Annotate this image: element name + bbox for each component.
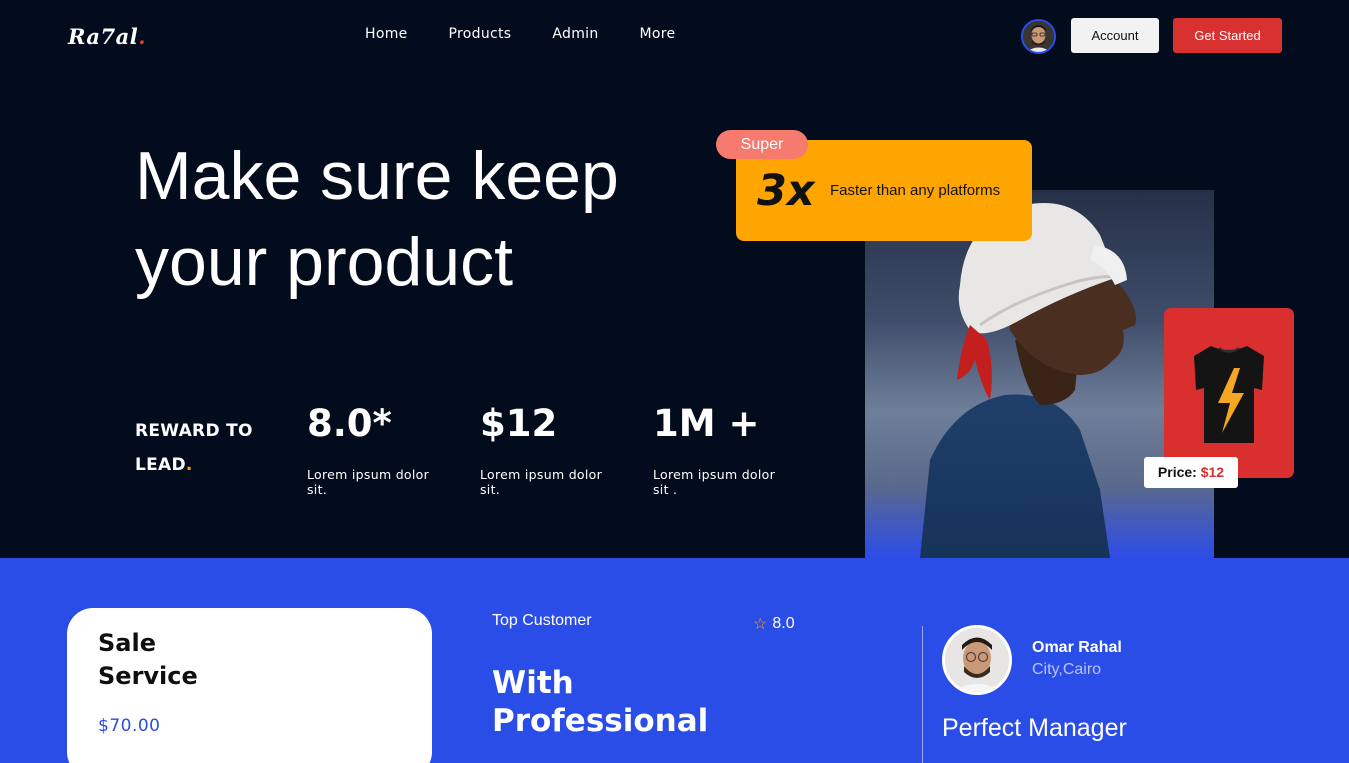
- stat-users: 1M + Lorem ipsum dolor sit .: [653, 400, 793, 497]
- customer-rating: ☆ 8.0: [753, 614, 795, 634]
- stat-value: 8.0*: [307, 402, 392, 445]
- manager-avatar[interactable]: [942, 625, 1012, 695]
- stat-rating: 8.0* Lorem ipsum dolor sit.: [307, 400, 447, 497]
- section-divider: [922, 626, 923, 763]
- speed-multiplier: 3x: [757, 166, 815, 216]
- price-tag: Price: $12: [1144, 457, 1238, 488]
- brand-dot: .: [138, 24, 147, 49]
- get-started-button[interactable]: Get Started: [1173, 18, 1282, 53]
- star-icon: ☆: [753, 616, 768, 633]
- manager-name: Omar Rahal: [1032, 639, 1122, 656]
- stat-price: $12 Lorem ipsum dolor sit.: [480, 400, 620, 497]
- brand-logo[interactable]: Ra7al.: [68, 24, 146, 49]
- professional-title: With Professional: [492, 664, 708, 740]
- reward-line1: REWARD TO: [135, 421, 253, 441]
- tshirt-image: [1194, 346, 1264, 443]
- super-badge: Super: [716, 130, 808, 159]
- stat-value: $12: [480, 402, 558, 445]
- sale-title: Sale Service: [98, 629, 198, 690]
- stat-caption: Lorem ipsum dolor sit .: [653, 467, 776, 497]
- manager-city: City,Cairo: [1032, 661, 1102, 678]
- main-nav: Home Products Admin More: [365, 26, 675, 42]
- nav-home[interactable]: Home: [365, 26, 408, 42]
- hero-title: Make sure keep your product: [135, 133, 619, 305]
- hero-title-line1: Make sure keep: [135, 138, 619, 214]
- nav-products[interactable]: Products: [449, 26, 512, 42]
- top-customer-label: Top Customer: [492, 612, 592, 629]
- user-avatar[interactable]: [1021, 19, 1056, 54]
- nav-more[interactable]: More: [640, 26, 676, 42]
- pro-title-line2: Professional: [492, 703, 709, 739]
- model-photo: [865, 190, 1214, 558]
- stat-caption: Lorem ipsum dolor sit.: [480, 467, 603, 497]
- reward-line2: LEAD: [135, 455, 186, 475]
- stat-value: 1M +: [653, 402, 760, 445]
- account-button[interactable]: Account: [1071, 18, 1159, 53]
- product-card[interactable]: [1164, 308, 1294, 478]
- brand-name: Ra7al: [68, 24, 139, 49]
- price-label: Price:: [1157, 464, 1197, 480]
- reward-label: REWARD TO LEAD.: [135, 414, 253, 482]
- hero-title-line2: your product: [135, 224, 513, 300]
- speed-text: Faster than any platforms: [830, 182, 1001, 199]
- rating-value: 8.0: [772, 615, 795, 632]
- manager-role: Perfect Manager: [942, 714, 1127, 742]
- pro-title-line1: With: [492, 665, 574, 701]
- reward-dot: .: [185, 455, 193, 475]
- nav-admin[interactable]: Admin: [552, 26, 598, 42]
- price-value: $12: [1200, 464, 1225, 480]
- sale-price: $70.00: [98, 716, 161, 736]
- stat-caption: Lorem ipsum dolor sit.: [307, 467, 430, 497]
